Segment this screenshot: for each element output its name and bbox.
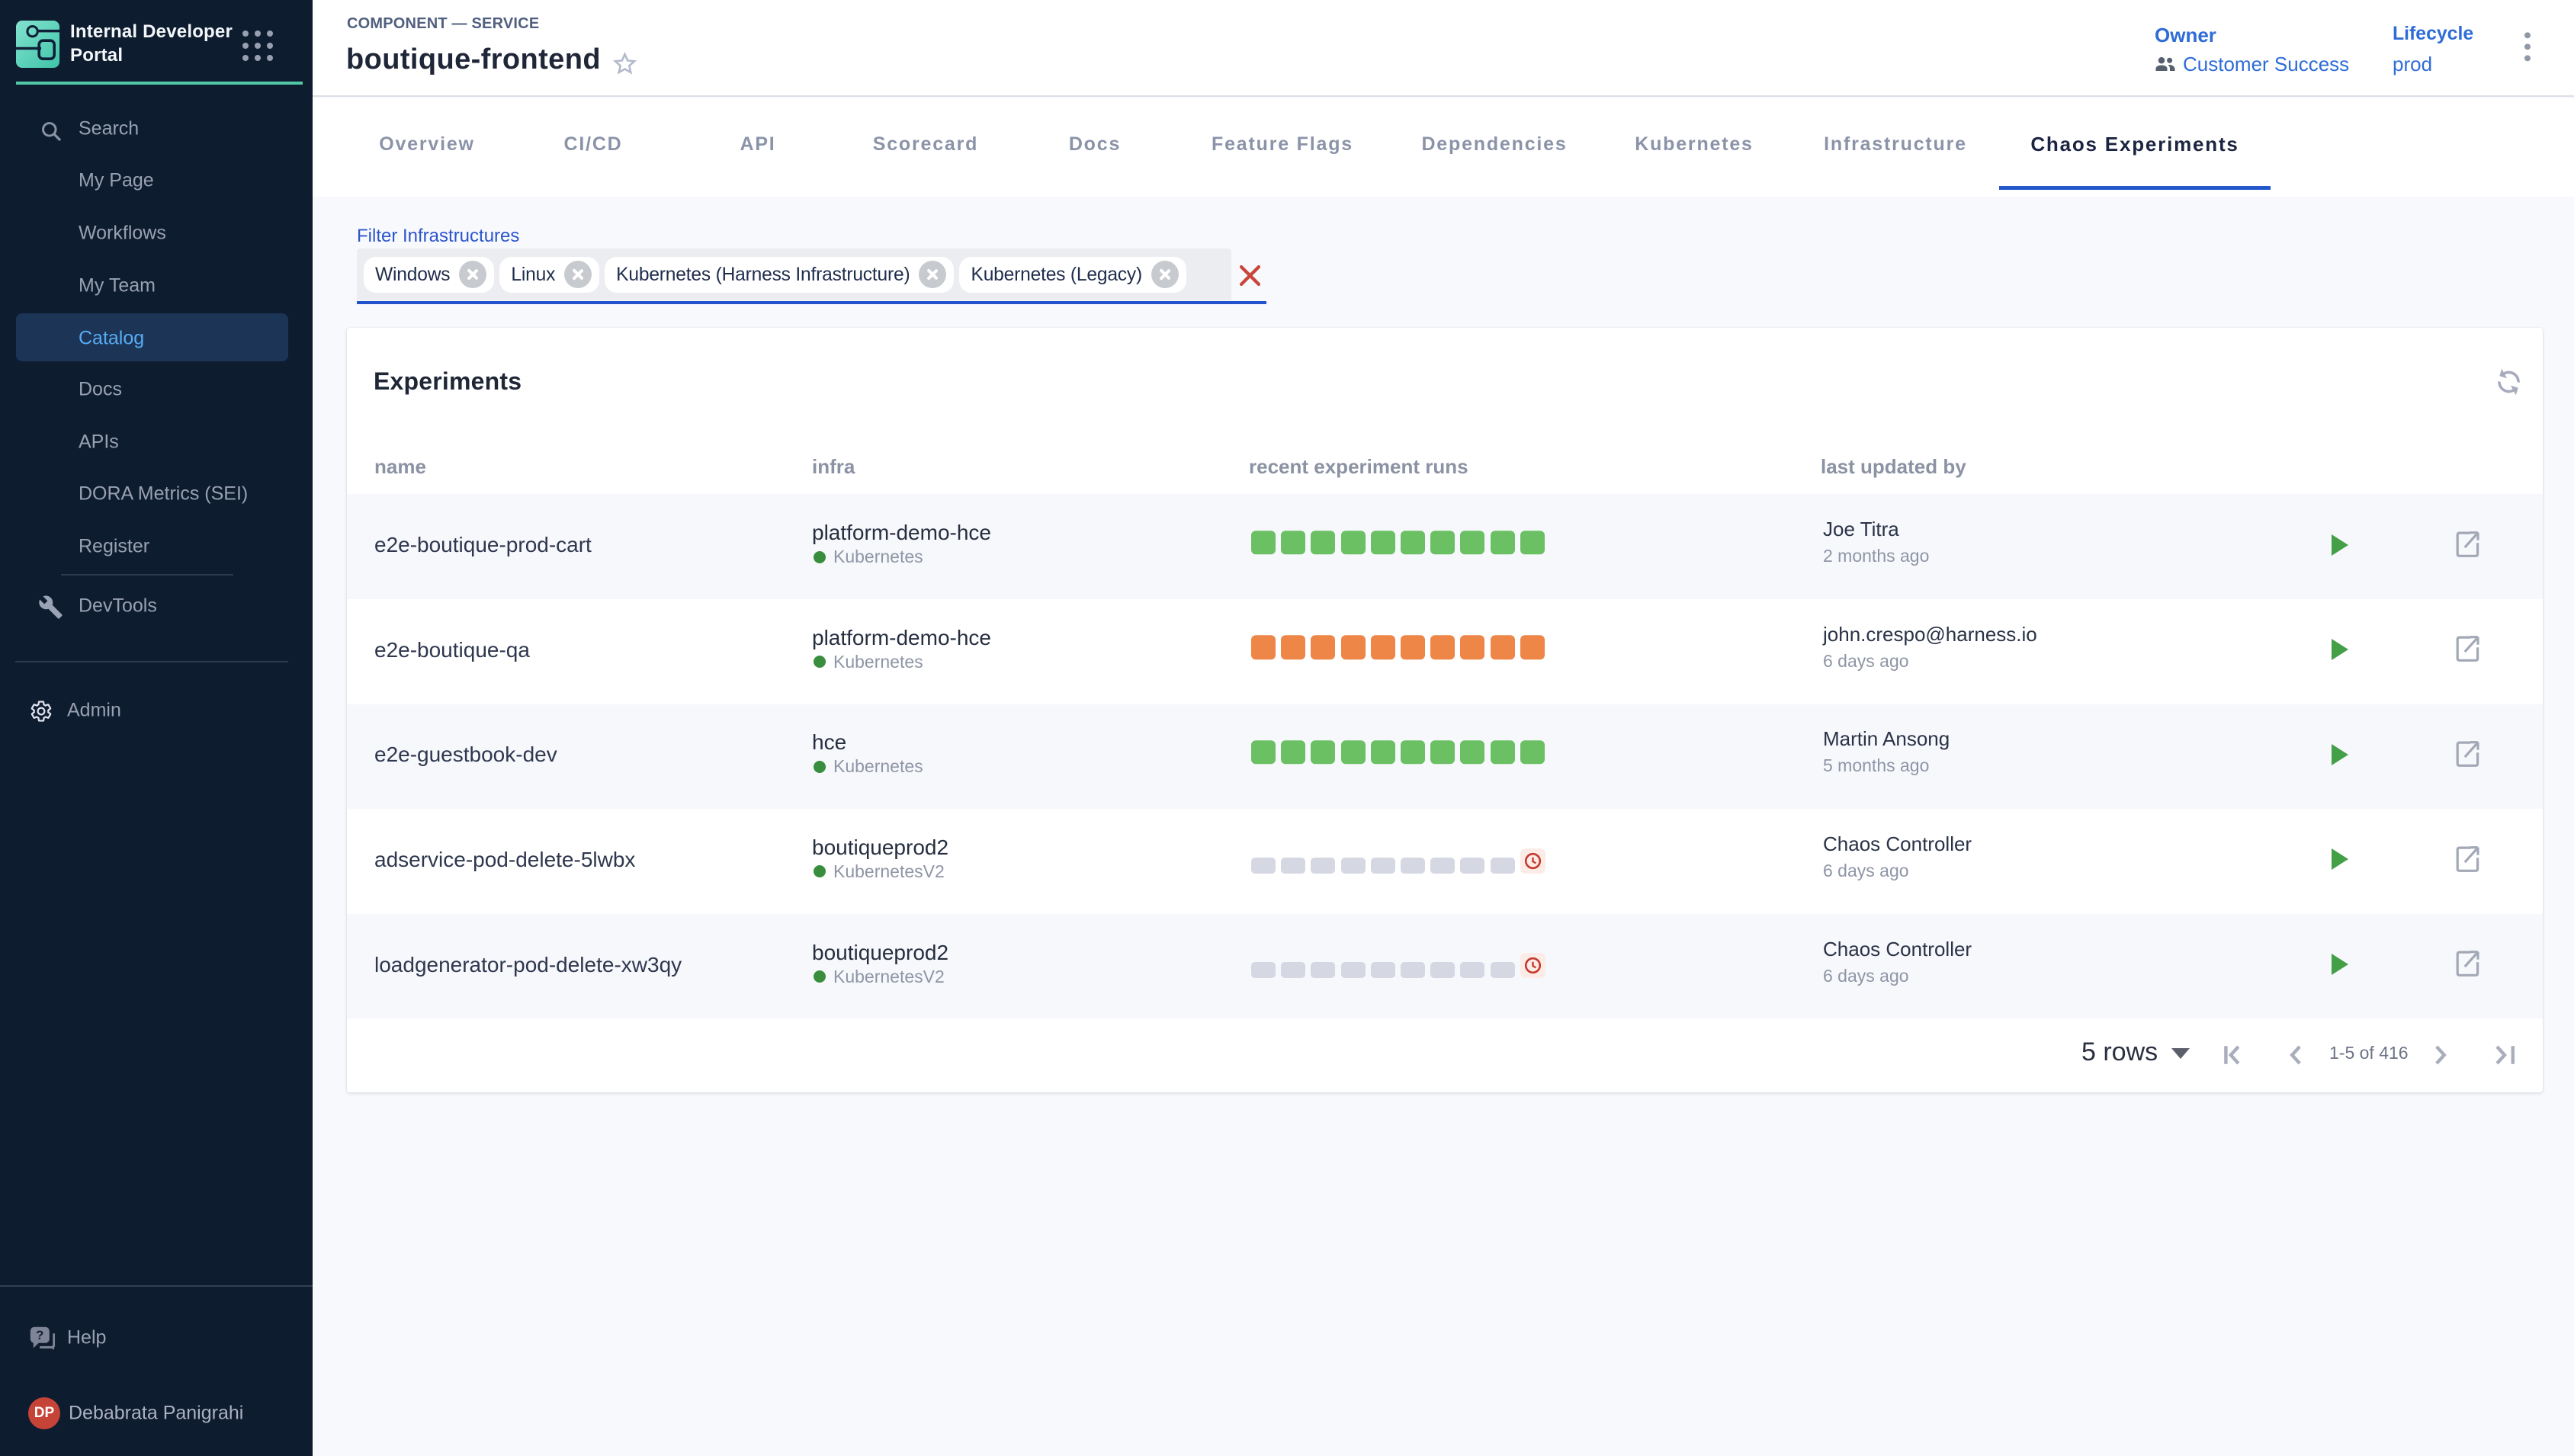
- svg-text:?: ?: [36, 1328, 43, 1342]
